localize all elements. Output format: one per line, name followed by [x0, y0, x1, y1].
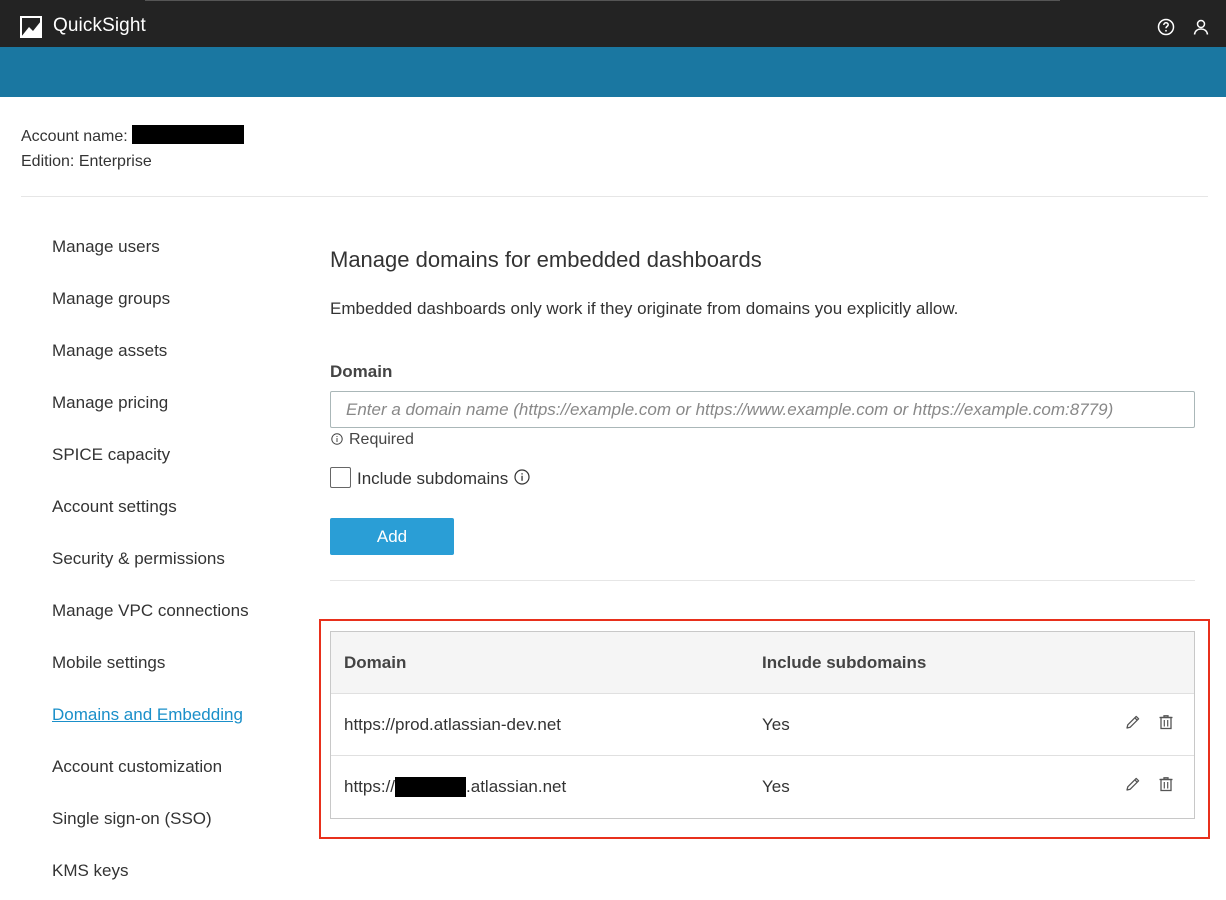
- account-name-label: Account name:: [21, 128, 128, 145]
- sidebar-item-manage-pricing[interactable]: Manage pricing: [52, 391, 249, 443]
- required-text: Required: [349, 431, 414, 448]
- header-banner: [0, 47, 1226, 97]
- include-subdomains-cell: Yes: [762, 777, 790, 796]
- sidebar-item-manage-groups[interactable]: Manage groups: [52, 287, 249, 339]
- table-header: Domain Include subdomains: [331, 632, 1194, 694]
- column-header-include-subdomains: Include subdomains: [762, 653, 927, 672]
- section-divider: [21, 196, 1208, 197]
- section-divider: [330, 580, 1195, 581]
- account-name-row: Account name:: [21, 124, 244, 149]
- table-row: https://prod.atlassian-dev.net Yes: [331, 694, 1194, 756]
- pencil-icon[interactable]: [1125, 776, 1141, 792]
- user-icon[interactable]: [1192, 18, 1210, 36]
- sidebar-item-kms-keys[interactable]: KMS keys: [52, 859, 249, 900]
- domain-field-label: Domain: [330, 362, 393, 381]
- help-circle-icon[interactable]: [1157, 18, 1175, 36]
- sidebar-item-domains-and-embedding[interactable]: Domains and Embedding: [52, 703, 249, 755]
- domain-suffix: .atlassian.net: [466, 777, 567, 796]
- required-hint: Required: [331, 431, 414, 449]
- include-subdomains-row: Include subdomains: [330, 467, 530, 490]
- domains-table: Domain Include subdomains https://prod.a…: [330, 631, 1195, 819]
- sidebar-item-manage-vpc-connections[interactable]: Manage VPC connections: [52, 599, 249, 651]
- sidebar-item-manage-assets[interactable]: Manage assets: [52, 339, 249, 391]
- page-title: Manage domains for embedded dashboards: [330, 247, 762, 272]
- domain-input[interactable]: [330, 391, 1195, 428]
- sidebar-item-account-customization[interactable]: Account customization: [52, 755, 249, 807]
- table-row: https:// .atlassian.net Yes: [331, 756, 1194, 818]
- top-divider-line: [145, 0, 1060, 1]
- domain-cell: https:// .atlassian.net: [344, 776, 567, 798]
- app-title[interactable]: QuickSight: [53, 15, 146, 37]
- sidebar-item-security-permissions[interactable]: Security & permissions: [52, 547, 249, 599]
- info-circle-icon: [331, 433, 343, 445]
- account-info: Account name: Edition: Enterprise: [21, 124, 244, 174]
- sidebar-item-single-sign-on[interactable]: Single sign-on (SSO): [52, 807, 249, 859]
- include-subdomains-label[interactable]: Include subdomains: [357, 469, 508, 488]
- sidebar-item-account-settings[interactable]: Account settings: [52, 495, 249, 547]
- info-circle-icon[interactable]: [514, 469, 530, 485]
- sidebar-item-manage-users[interactable]: Manage users: [52, 235, 249, 287]
- include-subdomains-checkbox[interactable]: [330, 467, 351, 489]
- trash-icon[interactable]: [1158, 776, 1174, 792]
- trash-icon[interactable]: [1158, 714, 1174, 730]
- page-description: Embedded dashboards only work if they or…: [330, 299, 959, 318]
- domain-prefix: https://: [344, 777, 396, 796]
- top-navigation-bar: QuickSight: [0, 0, 1226, 47]
- quicksight-logo-icon[interactable]: [20, 16, 42, 38]
- redacted-domain-segment: [395, 776, 467, 797]
- domain-cell: https://prod.atlassian-dev.net: [344, 715, 562, 734]
- admin-sidebar: Manage users Manage groups Manage assets…: [52, 235, 249, 900]
- include-subdomains-cell: Yes: [762, 715, 790, 734]
- pencil-icon[interactable]: [1125, 714, 1141, 730]
- edition-label: Edition: Enterprise: [21, 153, 152, 170]
- sidebar-item-mobile-settings[interactable]: Mobile settings: [52, 651, 249, 703]
- redacted-account-name: [131, 125, 244, 145]
- sidebar-item-spice-capacity[interactable]: SPICE capacity: [52, 443, 249, 495]
- column-header-domain: Domain: [344, 653, 407, 672]
- add-domain-button[interactable]: Add: [330, 518, 454, 555]
